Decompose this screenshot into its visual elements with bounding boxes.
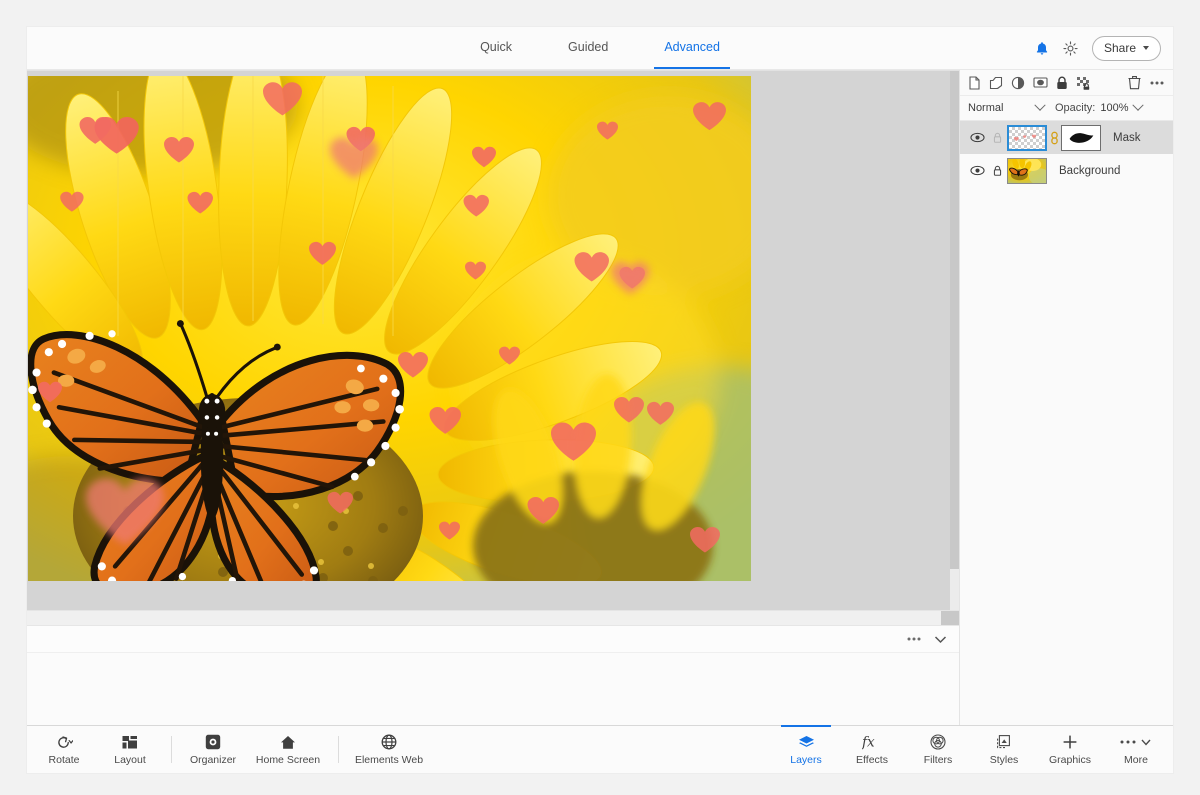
lock-transparency-icon[interactable]	[1076, 76, 1091, 90]
layer-mask-thumbnail[interactable]	[1061, 124, 1101, 151]
home-screen-label: Home Screen	[255, 753, 321, 766]
more-options-icon[interactable]	[1149, 80, 1165, 86]
layer-mask-icon[interactable]	[1033, 76, 1048, 89]
chevron-down-icon[interactable]	[934, 635, 947, 644]
toolbar-divider	[338, 736, 339, 763]
tab-advanced-label: Advanced	[664, 40, 720, 54]
panel-tab-graphics[interactable]: Graphics	[1037, 726, 1103, 773]
organizer-button[interactable]: Organizer	[180, 726, 246, 773]
layer-lock-indicator[interactable]	[988, 132, 1007, 144]
bottom-toolbar: Rotate Layout Organizer Home Screen Elem…	[27, 725, 1173, 773]
panel-tab-layers[interactable]: Layers	[773, 725, 839, 773]
home-icon	[280, 734, 296, 751]
layer-lock-indicator[interactable]	[988, 165, 1007, 177]
effects-tab-label: Effects	[856, 753, 888, 766]
scrollbar-thumb[interactable]	[950, 71, 959, 569]
new-layer-icon[interactable]	[968, 75, 981, 90]
filters-circles-icon	[930, 734, 946, 751]
top-bar: Quick Guided Advanced Share	[27, 27, 1173, 70]
blend-mode-value: Normal	[968, 102, 1004, 114]
globe-icon	[381, 734, 397, 751]
svg-text:fx: fx	[862, 735, 875, 750]
photo-editor-window: Quick Guided Advanced Share Normal Opaci…	[27, 27, 1173, 773]
chevron-down-icon	[1131, 99, 1144, 111]
tab-quick-label: Quick	[480, 40, 513, 54]
home-screen-button[interactable]: Home Screen	[246, 726, 330, 773]
layers-panel-toolbar	[960, 70, 1173, 96]
layer-thumbnail-mask[interactable]	[1007, 124, 1047, 151]
workspace	[27, 70, 959, 725]
layout-grid-icon	[122, 734, 138, 751]
scrollbar-thumb-horizontal[interactable]	[941, 611, 959, 625]
layer-name-background: Background	[1059, 164, 1121, 177]
elements-web-button[interactable]: Elements Web	[347, 726, 431, 773]
bottom-toolbar-left: Rotate Layout Organizer Home Screen Elem…	[27, 726, 431, 773]
more-tab-label: More	[1124, 753, 1148, 766]
trash-icon[interactable]	[1128, 75, 1141, 90]
filters-tab-label: Filters	[923, 753, 953, 766]
organizer-label: Organizer	[189, 753, 237, 766]
chevron-down-icon	[1034, 99, 1046, 111]
tab-quick[interactable]: Quick	[470, 27, 522, 69]
panel-tab-styles[interactable]: Styles	[971, 726, 1037, 773]
opacity-label: Opacity:	[1055, 102, 1096, 114]
brightness-sun-icon[interactable]	[1063, 40, 1078, 56]
layers-stack-icon	[798, 734, 815, 751]
chevron-down-icon	[1143, 46, 1149, 50]
panel-tab-filters[interactable]: Filters	[905, 726, 971, 773]
duplicate-layer-icon[interactable]	[989, 76, 1003, 90]
panel-tab-effects[interactable]: fx Effects	[839, 726, 905, 773]
layer-list: Mask Background	[960, 121, 1173, 725]
canvas-horizontal-scrollbar[interactable]	[27, 610, 959, 625]
layer-visibility-toggle[interactable]	[966, 165, 988, 176]
blend-mode-select[interactable]: Normal	[968, 99, 1046, 114]
adjustment-layer-icon[interactable]	[1011, 76, 1025, 90]
rotate-button[interactable]: Rotate	[31, 726, 97, 773]
fx-icon: fx	[862, 734, 882, 751]
top-bar-actions: Share	[1035, 35, 1161, 61]
more-dots-chevron-icon	[1119, 734, 1153, 751]
layers-tab-label: Layers	[790, 753, 822, 766]
opacity-control[interactable]: 100%	[1100, 99, 1144, 114]
more-options-icon[interactable]	[906, 636, 922, 642]
share-button[interactable]: Share	[1091, 35, 1161, 61]
layout-button[interactable]: Layout	[97, 726, 163, 773]
editor-body: Normal Opacity: 100% Mask Background	[27, 70, 1173, 725]
mask-link-icon[interactable]	[1047, 131, 1061, 145]
toolbar-divider	[171, 736, 172, 763]
opacity-value: 100%	[1100, 102, 1129, 114]
document-canvas[interactable]	[28, 76, 751, 581]
graphics-tab-label: Graphics	[1048, 753, 1091, 766]
bottom-toolbar-right: Layers fx Effects Filters Styles Graphic…	[773, 725, 1169, 773]
photo-bin-area	[27, 652, 959, 725]
layer-row-background[interactable]: Background	[960, 154, 1173, 187]
panel-tab-more[interactable]: More	[1103, 726, 1169, 773]
tab-guided[interactable]: Guided	[558, 27, 618, 69]
layout-label: Layout	[114, 753, 146, 766]
rotate-ccw-icon	[56, 734, 73, 751]
layer-visibility-toggle[interactable]	[966, 132, 988, 143]
layer-name-mask: Mask	[1113, 131, 1141, 144]
layers-panel: Normal Opacity: 100% Mask Background	[959, 70, 1173, 725]
styles-tab-label: Styles	[989, 753, 1019, 766]
organizer-icon	[205, 734, 221, 751]
rotate-label: Rotate	[48, 753, 80, 766]
tool-options-strip	[27, 625, 959, 652]
canvas-area[interactable]	[27, 70, 959, 610]
layer-thumbnail-background[interactable]	[1007, 156, 1050, 185]
share-button-label: Share	[1103, 41, 1136, 55]
canvas-vertical-scrollbar[interactable]	[950, 71, 959, 610]
plus-icon	[1062, 734, 1078, 751]
tab-guided-label: Guided	[568, 40, 609, 54]
lock-layer-icon[interactable]	[1056, 76, 1068, 90]
elements-web-label: Elements Web	[354, 753, 424, 766]
tab-advanced[interactable]: Advanced	[654, 27, 730, 69]
mode-tabs: Quick Guided Advanced	[27, 27, 1173, 69]
styles-icon	[996, 734, 1012, 751]
layer-row-mask[interactable]: Mask	[960, 121, 1173, 154]
bell-icon[interactable]	[1035, 41, 1049, 56]
blend-and-opacity-row: Normal Opacity: 100%	[960, 96, 1173, 121]
